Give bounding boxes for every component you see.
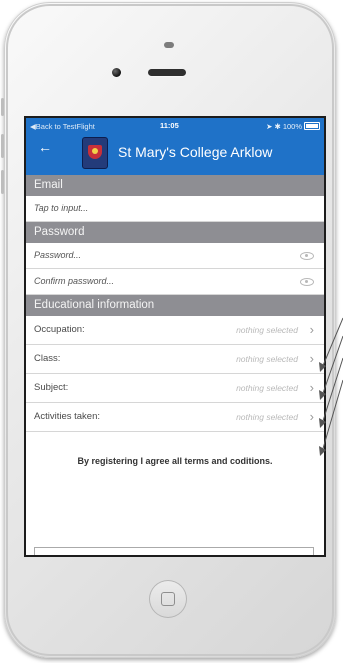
callout-arrowhead-activities (319, 446, 326, 456)
callout-arrows (319, 317, 343, 456)
callout-arrowhead-occupation (319, 362, 326, 372)
callout-arrowhead-subject (319, 418, 326, 428)
callout-arrow-occupation (321, 317, 343, 369)
callout-arrowhead-class (319, 390, 326, 400)
